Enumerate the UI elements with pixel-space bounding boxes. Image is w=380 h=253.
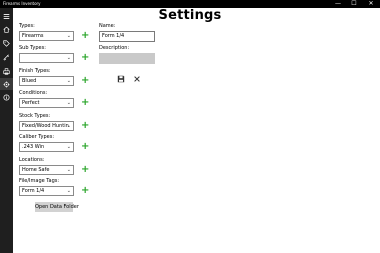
save-button[interactable] <box>117 68 125 83</box>
locations-label: Locations: <box>19 157 45 163</box>
conditions-select[interactable]: Perfect ⌄ <box>19 98 74 108</box>
home-icon <box>3 26 10 33</box>
chevron-down-icon: ⌄ <box>66 100 71 106</box>
page-title: Settings <box>158 8 222 23</box>
nav-about[interactable] <box>0 91 13 103</box>
chevron-down-icon: ⌄ <box>66 55 71 61</box>
nav-firearms[interactable] <box>0 51 13 63</box>
close-window-button[interactable]: ✕ <box>364 0 378 8</box>
chevron-down-icon: ⌄ <box>66 144 71 150</box>
gear-icon <box>3 81 10 87</box>
chevron-down-icon: ⌄ <box>66 123 71 129</box>
caliber-types-select[interactable]: .243 Win ⌄ <box>19 142 74 152</box>
conditions-label: Conditions: <box>19 90 48 96</box>
description-label: Description: <box>99 45 130 51</box>
name-input[interactable]: Form 1/4 <box>99 31 155 42</box>
add-type-button[interactable]: + <box>81 31 89 41</box>
nav-home[interactable] <box>0 23 13 35</box>
caliber-types-label: Caliber Types: <box>19 134 55 140</box>
caliber-types-select-value: .243 Win <box>22 144 45 150</box>
add-location-button[interactable]: + <box>81 165 89 175</box>
minimize-button[interactable]: — <box>331 0 345 8</box>
description-input[interactable] <box>99 53 155 64</box>
info-icon <box>3 93 10 101</box>
maximize-button[interactable]: ☐ <box>347 0 361 8</box>
add-condition-button[interactable]: + <box>81 98 89 108</box>
locations-select[interactable]: Home Safe ⌄ <box>19 165 74 175</box>
close-icon <box>134 76 140 82</box>
name-label: Name: <box>99 23 116 29</box>
stock-types-select[interactable]: Fixed/Wood Huntin ⌄ <box>19 121 74 131</box>
finish-types-select[interactable]: Blued ⌄ <box>19 76 74 86</box>
print-icon <box>3 67 10 75</box>
types-select[interactable]: Firearms ⌄ <box>19 31 74 41</box>
subtypes-select[interactable]: ⌄ <box>19 53 74 63</box>
chevron-down-icon: ⌄ <box>66 78 71 84</box>
add-stock-type-button[interactable]: + <box>81 121 89 131</box>
chevron-down-icon: ⌄ <box>66 167 71 173</box>
add-caliber-type-button[interactable]: + <box>81 142 89 152</box>
stock-types-select-value: Fixed/Wood Huntin <box>22 123 69 129</box>
chevron-down-icon: ⌄ <box>66 188 71 194</box>
chevron-down-icon: ⌄ <box>66 33 71 39</box>
file-image-tags-label: File/Image Tags: <box>19 178 60 184</box>
tag-icon <box>3 39 10 47</box>
window-titlebar: Firearms Inventory — ☐ ✕ <box>0 0 380 8</box>
window-title: Firearms Inventory <box>3 1 41 6</box>
add-subtype-button[interactable]: + <box>81 53 89 63</box>
rifle-icon <box>3 53 9 61</box>
add-file-image-tag-button[interactable]: + <box>81 186 89 196</box>
save-icon <box>117 75 125 83</box>
locations-select-value: Home Safe <box>22 167 50 173</box>
sidebar <box>0 8 13 253</box>
conditions-select-value: Perfect <box>22 100 40 106</box>
types-select-value: Firearms <box>22 33 44 39</box>
nav-print[interactable] <box>0 65 13 77</box>
nav-tags[interactable] <box>0 37 13 49</box>
cancel-button[interactable] <box>133 68 141 82</box>
file-image-tags-select-value: Form 1/4 <box>22 188 45 194</box>
types-label: Types: <box>19 23 35 29</box>
subtypes-label: Sub Types: <box>19 45 46 51</box>
file-image-tags-select[interactable]: Form 1/4 ⌄ <box>19 186 74 196</box>
open-data-folder-button[interactable]: Open Data Folder <box>35 202 79 212</box>
nav-settings[interactable] <box>0 78 13 90</box>
stock-types-label: Stock Types: <box>19 113 51 119</box>
finish-types-label: Finish Types: <box>19 68 51 74</box>
add-finish-type-button[interactable]: + <box>81 76 89 86</box>
finish-types-select-value: Blued <box>22 78 37 84</box>
